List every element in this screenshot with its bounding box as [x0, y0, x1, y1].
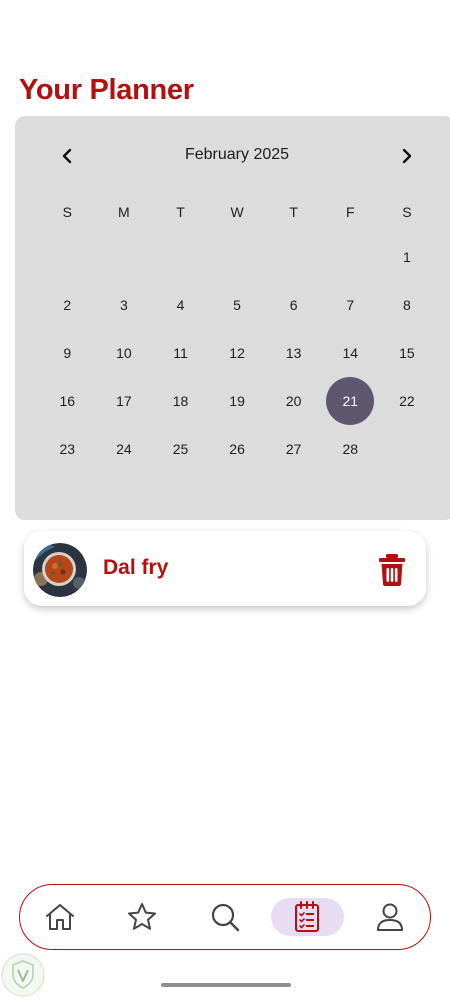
calendar-week: 9 10 11 12 13 14 15: [39, 329, 450, 377]
calendar-day[interactable]: 8: [383, 281, 431, 329]
calendar-day: [270, 233, 318, 281]
calendar-day: [100, 233, 148, 281]
bottom-navigation: [19, 884, 431, 950]
calendar-day[interactable]: 22: [383, 377, 431, 425]
calendar-week: 16 17 18 19 20 21 22: [39, 377, 450, 425]
calendar-day[interactable]: 11: [156, 329, 204, 377]
planned-meal-card[interactable]: Dal fry: [24, 531, 426, 606]
calendar-day: [43, 233, 91, 281]
calendar-day[interactable]: 9: [43, 329, 91, 377]
calendar-day[interactable]: 23: [43, 425, 91, 473]
calendar-day[interactable]: 2: [43, 281, 91, 329]
search-icon: [211, 903, 240, 932]
nav-planner[interactable]: [289, 899, 325, 935]
calendar-day[interactable]: 6: [270, 281, 318, 329]
calendar-day[interactable]: 13: [270, 329, 318, 377]
delete-meal-button[interactable]: [377, 553, 407, 587]
calendar-day[interactable]: 20: [270, 377, 318, 425]
calendar-day[interactable]: 26: [213, 425, 261, 473]
calendar-day[interactable]: 17: [100, 377, 148, 425]
calendar-day: [213, 233, 261, 281]
calendar-day[interactable]: 10: [100, 329, 148, 377]
calendar-day: [326, 233, 374, 281]
month-label: February 2025: [184, 146, 290, 163]
profile-icon: [377, 903, 403, 931]
trash-icon: [379, 554, 405, 586]
page-title: Your Planner: [19, 74, 194, 106]
calendar-day[interactable]: 5: [213, 281, 261, 329]
weekday-label: T: [289, 204, 298, 220]
next-month-button[interactable]: [391, 142, 423, 170]
shield-logo-icon: [1, 953, 45, 997]
calendar-day[interactable]: 25: [156, 425, 204, 473]
weekday-label: F: [345, 204, 355, 220]
calendar-day: [156, 233, 204, 281]
calendar-day[interactable]: 4: [156, 281, 204, 329]
calendar-day[interactable]: 28: [326, 425, 374, 473]
nav-profile[interactable]: [372, 899, 408, 935]
calendar-day[interactable]: 1: [383, 233, 431, 281]
calendar-day: [383, 425, 431, 473]
calendar-header: February 2025: [15, 142, 450, 170]
dal-fry-photo: [33, 543, 87, 597]
calendar-day[interactable]: 7: [326, 281, 374, 329]
nav-search[interactable]: [207, 899, 243, 935]
app-logo: [0, 952, 46, 998]
star-icon: [128, 903, 156, 930]
weekday-header-row: S M T W T F S: [39, 202, 450, 222]
nav-home[interactable]: [42, 899, 78, 935]
home-indicator-bar: [161, 983, 291, 987]
weekday-label: S: [62, 204, 72, 220]
calendar-day[interactable]: 27: [270, 425, 318, 473]
calendar-day[interactable]: 12: [213, 329, 261, 377]
calendar-day[interactable]: 24: [100, 425, 148, 473]
calendar-day[interactable]: 18: [156, 377, 204, 425]
chevron-right-icon: [402, 148, 412, 164]
meal-name: Dal fry: [103, 556, 169, 579]
calendar-day-selected[interactable]: 21: [326, 377, 375, 425]
weekday-label: T: [176, 204, 185, 220]
weekday-label: S: [402, 204, 412, 220]
nav-favorites[interactable]: [124, 899, 160, 935]
calendar-day[interactable]: 19: [213, 377, 261, 425]
planner-icon: [295, 901, 319, 932]
meal-photo: [33, 543, 87, 597]
calendar: February 2025 S M T W T F S 1 2 3 4 5 6 …: [15, 116, 450, 520]
calendar-week: 23 24 25 26 27 28: [39, 425, 450, 473]
weekday-label: M: [118, 204, 130, 220]
calendar-week: 1: [39, 233, 450, 281]
calendar-day[interactable]: 3: [100, 281, 148, 329]
calendar-day[interactable]: 15: [383, 329, 431, 377]
weekday-label: W: [230, 204, 244, 220]
calendar-week: 2 3 4 5 6 7 8: [39, 281, 450, 329]
calendar-day[interactable]: 16: [43, 377, 91, 425]
home-icon: [46, 904, 74, 930]
calendar-day[interactable]: 14: [326, 329, 374, 377]
